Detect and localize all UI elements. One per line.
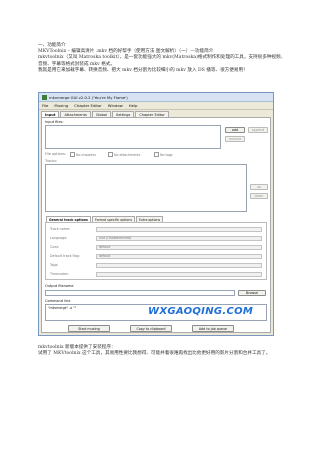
file-options-label: File options: (45, 152, 67, 156)
menu-help[interactable]: Help (129, 103, 138, 108)
copy-to-clipboard-button[interactable]: Copy to clipboard (130, 325, 172, 332)
no-attachments-label: No attachments (114, 152, 141, 157)
cues-select[interactable]: default (96, 244, 262, 250)
field-label: Language: (50, 236, 68, 240)
remove-button[interactable]: remove (225, 136, 245, 142)
no-tags-label: No tags (160, 152, 173, 157)
input-files-label: Input files: (45, 120, 64, 124)
track-name-input[interactable] (96, 226, 262, 232)
field-label: Track name: (50, 227, 71, 231)
up-button[interactable]: up (250, 184, 268, 190)
command-line-label: Command line (45, 299, 71, 303)
checkbox-icon (108, 152, 113, 157)
output-filename-input[interactable] (45, 290, 235, 296)
menu-file[interactable]: File (42, 103, 48, 108)
tracks-label: Tracks: (45, 159, 58, 163)
checkbox-icon (154, 152, 159, 157)
outro-text: mkvtoolnix 新版本提供了安装程序： 试用了 MKVtoolnix 这个… (38, 345, 271, 357)
window-title: mkvmerge GUI v2.0.2 ('You're My Flame') (49, 94, 128, 100)
app-icon (42, 94, 47, 100)
site-watermark: WXGAOQING.COM (148, 306, 254, 317)
tags-input[interactable] (96, 262, 262, 268)
timecodes-row: Timecodes: (50, 271, 262, 277)
no-attachments-checkbox[interactable]: No attachments (108, 152, 140, 157)
browse-button[interactable]: Browse (238, 290, 266, 296)
field-label: Default track flag: (50, 254, 80, 258)
language-row: Language: und (Undetermined) (50, 235, 262, 241)
no-chapters-checkbox[interactable]: No chapters (70, 152, 96, 157)
start-muxing-button[interactable]: Start muxing (68, 325, 110, 332)
window-titlebar: mkvmerge GUI v2.0.2 ('You're My Flame') (39, 93, 273, 102)
language-select[interactable]: und (Undetermined) (96, 235, 262, 241)
track-name-row: Track name: (50, 226, 262, 232)
append-button[interactable]: append (248, 127, 268, 133)
menubar: File Muxing Chapter Editor Window Help (39, 102, 273, 110)
output-filename-label: Output filename (45, 284, 74, 288)
track-options-panel: Track name: Language: und (Undetermined) … (45, 222, 267, 280)
default-track-select[interactable]: default (96, 253, 262, 259)
input-files-list[interactable] (45, 125, 221, 149)
no-tags-checkbox[interactable]: No tags (154, 152, 173, 157)
default-track-row: Default track flag: default (50, 253, 262, 259)
add-to-job-queue-button[interactable]: Add to job queue (192, 325, 234, 332)
cues-row: Cues: default (50, 244, 262, 250)
mkvmerge-window: mkvmerge GUI v2.0.2 ('You're My Flame') … (38, 92, 274, 336)
tracks-list[interactable] (45, 164, 247, 212)
field-label: Tags: (50, 263, 59, 267)
field-label: Cues: (50, 245, 60, 249)
down-button[interactable]: down (250, 193, 268, 199)
field-label: Timecodes: (50, 272, 69, 276)
intro-text: 一、功能简介 MKVToolnix – 编辑高清片 .mkv 档的好帮手（使用方… (38, 43, 286, 73)
add-button[interactable]: add (225, 127, 245, 133)
menu-muxing[interactable]: Muxing (54, 103, 68, 108)
timecodes-input[interactable] (96, 271, 262, 277)
input-pane: Input files: add append remove File opti… (41, 117, 271, 333)
checkbox-icon (70, 152, 75, 157)
menu-chapter-editor[interactable]: Chapter Editor (74, 103, 102, 108)
no-chapters-label: No chapters (76, 152, 96, 157)
tags-row: Tags: (50, 262, 262, 268)
menu-window[interactable]: Window (108, 103, 123, 108)
